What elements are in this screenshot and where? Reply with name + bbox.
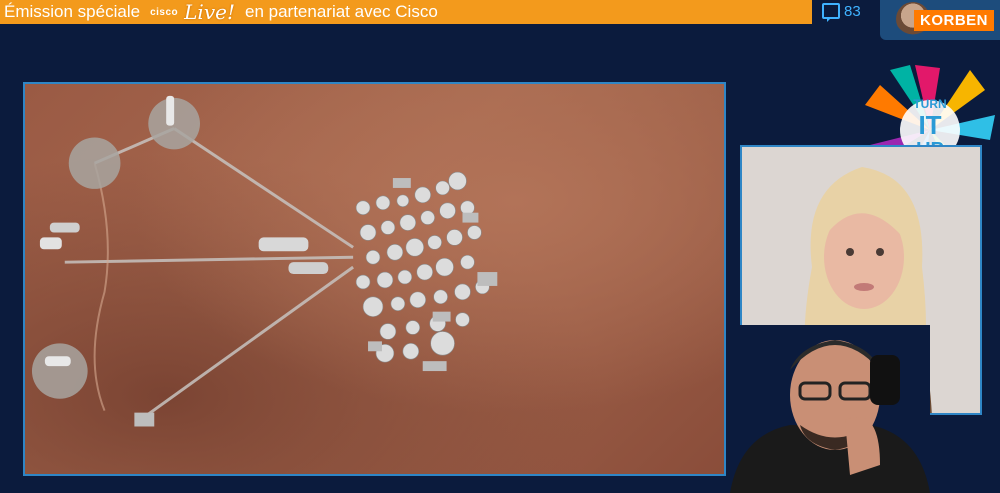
cisco-live-logo: Live! bbox=[184, 0, 235, 24]
banner-title-suffix: en partenariat avec Cisco bbox=[245, 2, 438, 21]
streamer-name: KORBEN bbox=[913, 10, 994, 31]
viewer-count: 83 bbox=[844, 3, 861, 20]
cisco-logo: cisco bbox=[150, 6, 179, 18]
main-slide-image bbox=[23, 82, 726, 476]
stream-stats: 83 KORBEN bbox=[812, 0, 1000, 40]
banner-title-prefix: Émission spéciale bbox=[4, 2, 141, 21]
streamer-badge: KORBEN bbox=[880, 0, 1000, 40]
host-webcam bbox=[730, 325, 930, 493]
top-banner: Émission spéciale cisco Live! en partena… bbox=[0, 0, 812, 24]
logo-line-1: TURN bbox=[913, 97, 946, 111]
logo-line-2: IT bbox=[918, 110, 941, 140]
mars-colony-illustration bbox=[31, 95, 498, 427]
twitch-icon bbox=[822, 3, 840, 22]
